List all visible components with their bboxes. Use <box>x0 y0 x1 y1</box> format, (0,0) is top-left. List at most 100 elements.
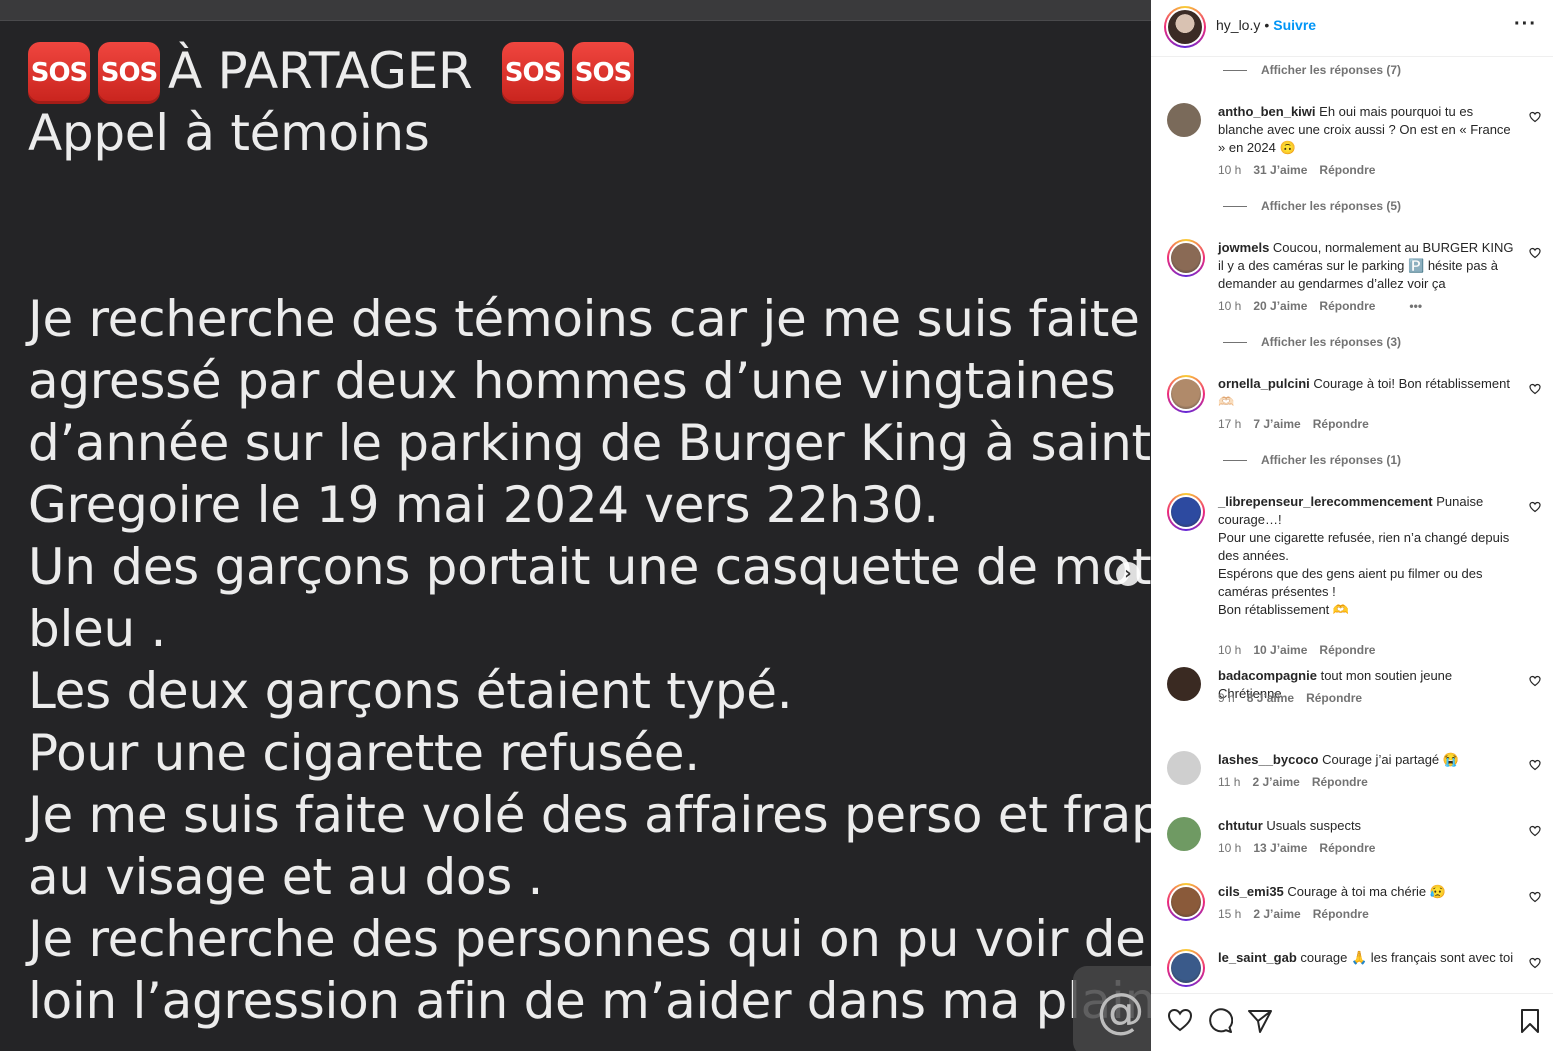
header-separator: • <box>1264 17 1270 33</box>
post-text-line: Les deux garçons étaient typé. <box>28 662 793 720</box>
follow-button[interactable]: Suivre <box>1273 17 1316 33</box>
replies-dash <box>1223 70 1247 72</box>
show-replies-button[interactable]: Afficher les réponses (5) <box>1223 199 1401 213</box>
post-text-line: Je recherche des personnes qui on pu voi… <box>28 910 1146 968</box>
reply-button[interactable]: Répondre <box>1313 417 1369 431</box>
show-replies-button[interactable]: Afficher les réponses (7) <box>1223 63 1401 77</box>
replies-label: Afficher les réponses (1) <box>1261 453 1402 467</box>
avatar[interactable] <box>1167 817 1201 851</box>
post-text-line: bleu . <box>28 600 167 658</box>
comment-likes[interactable]: 13 J’aime <box>1253 841 1307 855</box>
replies-dash <box>1223 460 1247 462</box>
comment-username[interactable]: _librepenseur_lerecommencement <box>1218 494 1433 509</box>
comment-icon[interactable] <box>1207 1008 1233 1034</box>
avatar[interactable] <box>1167 883 1205 921</box>
comment-body: Punaise courage…! Pour une cigarette ref… <box>1218 494 1510 617</box>
comment-likes[interactable]: 10 J’aime <box>1253 643 1307 657</box>
comment-likes[interactable]: 7 J’aime <box>1253 417 1300 431</box>
post-text-line: Je recherche des témoins car je me suis … <box>28 290 1140 348</box>
comment-username[interactable]: chtutur <box>1218 818 1263 833</box>
comment-text: lashes__bycoco Courage j’ai partagé 😭 <box>1218 751 1518 769</box>
more-horizontal-icon[interactable]: ··· <box>1514 14 1537 34</box>
comment-body: Usuals suspects <box>1266 818 1362 833</box>
headline-text: À PARTAGER <box>168 42 473 100</box>
comment-heart-icon[interactable] <box>1529 759 1541 771</box>
comment-username[interactable]: jowmels <box>1218 240 1269 255</box>
avatar[interactable] <box>1167 239 1205 277</box>
avatar[interactable] <box>1167 949 1205 987</box>
comment-text: jowmels Coucou, normalement au BURGER KI… <box>1218 239 1518 293</box>
comment-heart-icon[interactable] <box>1529 111 1541 123</box>
replies-dash <box>1223 206 1247 208</box>
comment-username[interactable]: le_saint_gab <box>1218 950 1297 965</box>
show-replies-button[interactable]: Afficher les réponses (1) <box>1223 453 1401 467</box>
avatar[interactable] <box>1164 6 1206 48</box>
heart-icon[interactable] <box>1167 1008 1193 1032</box>
comment-username[interactable]: cils_emi35 <box>1218 884 1284 899</box>
reply-button[interactable]: Répondre <box>1319 299 1375 313</box>
comment-body: Courage à toi ma chérie 😥 <box>1287 884 1446 899</box>
avatar[interactable] <box>1167 103 1201 137</box>
comment-heart-icon[interactable] <box>1529 891 1541 903</box>
avatar[interactable] <box>1167 667 1201 701</box>
comment-body: courage 🙏 les français sont avec toi <box>1300 950 1514 965</box>
comment-heart-icon[interactable] <box>1529 383 1541 395</box>
comment-likes[interactable]: 20 J’aime <box>1253 299 1307 313</box>
sos-icon: SOS <box>502 42 565 104</box>
show-replies-button[interactable]: Afficher les réponses (3) <box>1223 335 1401 349</box>
side-panel: hy_lo.y • Suivre ··· Afficher les réponses… <box>1151 0 1553 1051</box>
replies-label: Afficher les réponses (3) <box>1261 335 1402 349</box>
comment-time: 9 h <box>1218 691 1235 705</box>
reply-button[interactable]: Répondre <box>1312 775 1368 789</box>
replies-dash <box>1223 342 1247 344</box>
comment-heart-icon[interactable] <box>1529 825 1541 837</box>
reply-button[interactable]: Répondre <box>1319 163 1375 177</box>
bookmark-icon[interactable] <box>1519 1008 1541 1034</box>
reply-button[interactable]: Répondre <box>1319 643 1375 657</box>
comment-text: cils_emi35 Courage à toi ma chérie 😥 <box>1218 883 1518 901</box>
post-text-line: Je me suis faite volé des affaires perso… <box>28 786 1151 844</box>
comment-username[interactable]: lashes__bycoco <box>1218 752 1318 767</box>
comment-heart-icon[interactable] <box>1529 675 1541 687</box>
avatar[interactable] <box>1167 375 1205 413</box>
post-text-line: d’année sur le parking de Burger King à … <box>28 414 1151 472</box>
avatar[interactable] <box>1167 751 1201 785</box>
comment-time: 11 h <box>1218 775 1241 789</box>
sos-icon: SOS <box>98 42 160 104</box>
reply-button[interactable]: Répondre <box>1313 907 1369 921</box>
comment-likes[interactable]: 8 J’aime <box>1247 691 1294 705</box>
post-media: SOS SOS À PARTAGER SOS SOS Appel à témoins J… <box>0 0 1151 1051</box>
comment-likes[interactable]: 31 J’aime <box>1253 163 1307 177</box>
comment-heart-icon[interactable] <box>1529 957 1541 969</box>
header-username[interactable]: hy_lo.y <box>1216 17 1260 33</box>
send-icon[interactable] <box>1247 1008 1273 1034</box>
post-headline: SOS SOS À PARTAGER SOS SOS <box>28 40 1151 104</box>
comment-time: 10 h <box>1218 643 1242 657</box>
comment-meta: 10 h 13 J’aime Répondre <box>1218 841 1387 855</box>
tag-badge[interactable]: @ <box>1073 966 1151 1051</box>
comment-heart-icon[interactable] <box>1529 247 1541 259</box>
comment-meta: 10 h 10 J’aime Répondre <box>1218 643 1387 657</box>
comment-more-icon[interactable]: ••• <box>1409 299 1422 313</box>
comment-heart-icon[interactable] <box>1529 501 1541 513</box>
comment-text: _librepenseur_lerecommencement Punaise c… <box>1218 493 1518 619</box>
replies-label: Afficher les réponses (5) <box>1261 199 1402 213</box>
comment-likes[interactable]: 2 J’aime <box>1252 775 1299 789</box>
reply-button[interactable]: Répondre <box>1319 841 1375 855</box>
comments-list[interactable]: Afficher les réponses (7) antho_ben_kiwi … <box>1151 57 1553 993</box>
comment-time: 10 h <box>1218 299 1242 313</box>
reply-button[interactable]: Répondre <box>1306 691 1362 705</box>
post-text-line <box>28 226 1151 288</box>
comment-username[interactable]: ornella_pulcini <box>1218 376 1310 391</box>
post-text-line: agressé par deux hommes d’une vingtaines <box>28 352 1116 410</box>
avatar[interactable] <box>1167 493 1205 531</box>
comment-likes[interactable]: 2 J’aime <box>1253 907 1300 921</box>
media-top-bar <box>0 0 1151 21</box>
next-slide-button[interactable]: › <box>1116 562 1140 586</box>
comment-username[interactable]: badacompagnie <box>1218 668 1317 683</box>
comment-meta: 15 h 2 J’aime Répondre <box>1218 907 1381 921</box>
comment-username[interactable]: antho_ben_kiwi <box>1218 104 1316 119</box>
comment-body: Courage j’ai partagé 😭 <box>1322 752 1459 767</box>
post-text-line: Un des garçons portait une casquette de … <box>28 538 1151 596</box>
comment-meta: 9 h 8 J’aime Répondre <box>1218 691 1374 705</box>
